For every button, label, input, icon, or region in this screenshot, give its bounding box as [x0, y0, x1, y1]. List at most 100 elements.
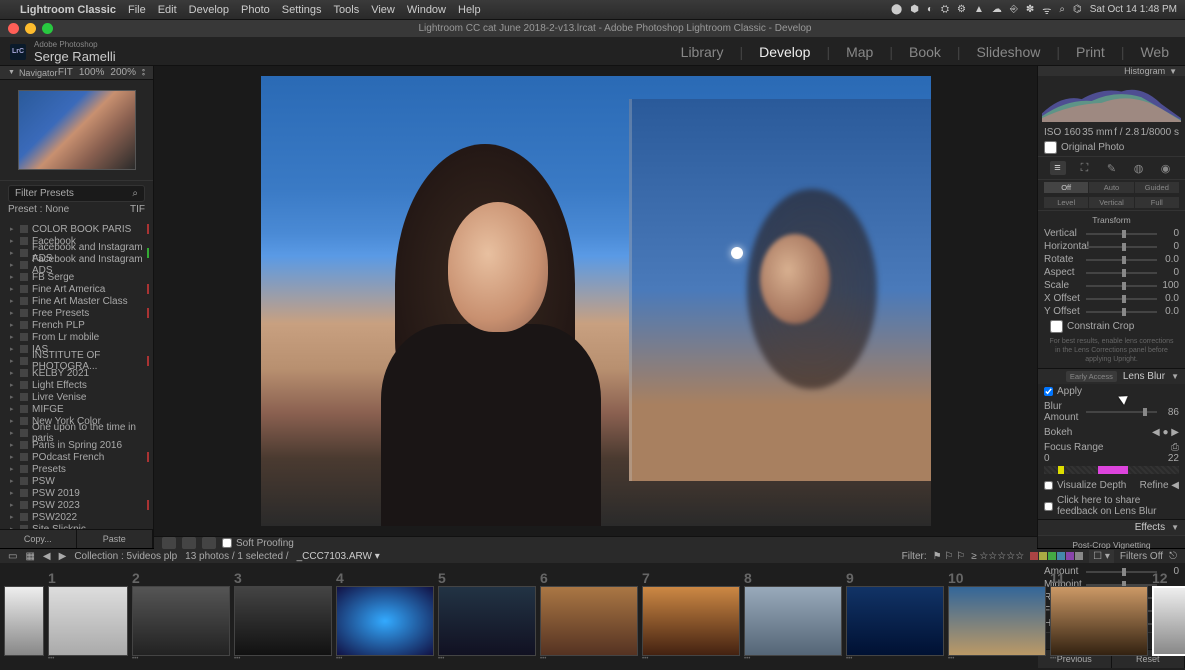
focus-range-slider[interactable] [1044, 466, 1179, 474]
flag-filter-icon[interactable]: ⚑ ⚐ ⚐ [933, 551, 965, 562]
blur-amount-value[interactable]: 86 [1161, 407, 1179, 418]
constrain-checkbox[interactable] [1050, 320, 1063, 333]
transform-slider[interactable]: Y Offset0.0 [1044, 305, 1179, 318]
menu-settings[interactable]: Settings [282, 4, 322, 16]
filters-off[interactable]: Filters Off [1120, 551, 1163, 562]
menu-view[interactable]: View [371, 4, 395, 16]
apply-checkbox[interactable] [1044, 387, 1053, 396]
original-checkbox[interactable] [1044, 141, 1057, 154]
transform-slider[interactable]: Aspect0 [1044, 266, 1179, 279]
menu-edit[interactable]: Edit [158, 4, 177, 16]
collection-item[interactable]: Paris in Spring 2016 [0, 439, 153, 451]
transform-slider[interactable]: Horizontal0 [1044, 240, 1179, 253]
original-photo-toggle[interactable]: Original Photo [1038, 139, 1185, 156]
collection-item[interactable]: French PLP [0, 319, 153, 331]
star-filter-icon[interactable]: ≥ ☆☆☆☆☆ [971, 551, 1024, 562]
grid-icon[interactable] [202, 537, 216, 549]
app-name[interactable]: Lightroom Classic [20, 4, 116, 16]
collection-item[interactable]: One upon to the time in paris [0, 427, 153, 439]
transform-slider[interactable]: Rotate0.0 [1044, 253, 1179, 266]
thumbnail[interactable]: 4••• [336, 570, 434, 664]
collection-item[interactable]: COLOR BOOK PARIS [0, 223, 153, 235]
filmstrip-source[interactable]: Collection : 5videos plp [74, 551, 177, 562]
collection-item[interactable]: Livre Venise [0, 391, 153, 403]
module-map[interactable]: Map [840, 44, 879, 60]
filmstrip-filename[interactable]: _CCC7103.ARW ▾ [297, 551, 380, 562]
thumbnail[interactable]: 9••• [846, 570, 944, 664]
status-icon[interactable]: ☁ [992, 4, 1002, 15]
collection-item[interactable]: POdcast French [0, 451, 153, 463]
status-icon[interactable]: ⎆ [1010, 4, 1018, 15]
module-print[interactable]: Print [1070, 44, 1111, 60]
visualize-depth-toggle[interactable]: Visualize Depth [1044, 480, 1126, 491]
fwd-icon[interactable]: ▶ [59, 551, 67, 562]
menu-develop[interactable]: Develop [189, 4, 229, 16]
collection-item[interactable]: Fine Art Master Class [0, 295, 153, 307]
lens-blur-header[interactable]: Early Access Lens Blur ▼ [1038, 368, 1185, 384]
lens-blur-apply[interactable]: Apply [1038, 384, 1185, 399]
module-web[interactable]: Web [1134, 44, 1175, 60]
edit-tool-icon[interactable]: ≡ [1050, 161, 1066, 175]
module-develop[interactable]: Develop [753, 44, 816, 60]
bokeh-shape-icon[interactable]: ◀ ● ▶ [1152, 427, 1179, 438]
histogram-chart[interactable] [1038, 76, 1185, 126]
thumbnail[interactable]: 8••• [744, 570, 842, 664]
paste-button[interactable]: Paste [77, 530, 154, 548]
blur-amount-slider[interactable] [1086, 411, 1157, 413]
status-icon[interactable]: ▲ [974, 4, 984, 15]
image-canvas[interactable] [154, 66, 1037, 536]
wifi-icon[interactable]: ᯤ [1042, 3, 1051, 17]
filter-lock-icon[interactable]: ⎋ [1169, 551, 1177, 562]
copy-button[interactable]: Copy... [0, 530, 77, 548]
collection-item[interactable]: Presets [0, 463, 153, 475]
visualize-depth-checkbox[interactable] [1044, 481, 1053, 490]
filmstrip-strip[interactable]: 1•••2•••3•••4•••5•••6•••7•••8•••9•••10••… [0, 563, 1185, 670]
collection-item[interactable]: Fine Art America [0, 283, 153, 295]
collection-item[interactable]: PSW [0, 475, 153, 487]
upright-guided[interactable]: Guided [1135, 182, 1179, 193]
upright-auto[interactable]: Auto [1089, 182, 1133, 193]
thumbnail[interactable]: 10••• [948, 570, 1046, 664]
collection-item[interactable]: Site Slickpic [0, 523, 153, 529]
preset-search-input[interactable]: Filter Presets ⌕ [8, 185, 145, 202]
crop-tool-icon[interactable]: ⛶ [1077, 161, 1093, 175]
constrain-crop-toggle[interactable]: Constrain Crop [1044, 318, 1179, 335]
status-icon[interactable]: ⬢ [910, 4, 919, 15]
color-filter[interactable] [1030, 552, 1083, 560]
upright-vertical[interactable]: Vertical [1089, 197, 1133, 208]
thumbnail[interactable]: 2••• [132, 570, 230, 664]
feedback-checkbox[interactable] [1044, 502, 1053, 511]
collection-item[interactable]: Light Effects [0, 379, 153, 391]
redeye-tool-icon[interactable]: ◉ [1158, 161, 1174, 175]
transform-slider[interactable]: Scale100 [1044, 279, 1179, 292]
status-icon[interactable]: ⚙ [957, 4, 966, 15]
collection-item[interactable]: MIFGE [0, 403, 153, 415]
module-library[interactable]: Library [675, 44, 730, 60]
histogram-header[interactable]: Histogram ▼ [1038, 66, 1185, 76]
thumbnail[interactable]: 6••• [540, 570, 638, 664]
thumbnail[interactable]: 3••• [234, 570, 332, 664]
collections-list[interactable]: COLOR BOOK PARISFacebookFacebook and Ins… [0, 221, 153, 529]
back-icon[interactable]: ◀ [43, 551, 51, 562]
focus-picker-icon[interactable]: ⎙ [1171, 442, 1179, 453]
collection-item[interactable]: Facebook and Instagram ADS [0, 259, 153, 271]
collection-item[interactable]: Free Presets [0, 307, 153, 319]
soft-proofing-toggle[interactable]: Soft Proofing [222, 538, 294, 549]
close-button[interactable] [8, 23, 19, 34]
soft-proofing-checkbox[interactable] [222, 538, 232, 548]
effects-header[interactable]: Effects ▼ [1038, 519, 1185, 535]
transform-slider[interactable]: X Offset0.0 [1044, 292, 1179, 305]
menu-photo[interactable]: Photo [241, 4, 270, 16]
zoom-button[interactable] [42, 23, 53, 34]
zoom-more-icon[interactable]: ⦂ [142, 67, 145, 78]
upright-off[interactable]: Off [1044, 182, 1088, 193]
mask-tool-icon[interactable]: ◍ [1131, 161, 1147, 175]
grid-icon[interactable]: ▦ [25, 551, 34, 562]
monitor-icon[interactable]: ▭ [8, 551, 17, 562]
thumbnail[interactable]: 11••• [1050, 570, 1148, 664]
thumbnail[interactable]: 7••• [642, 570, 740, 664]
menu-window[interactable]: Window [407, 4, 446, 16]
menu-help[interactable]: Help [458, 4, 481, 16]
navigator-thumbnail[interactable] [0, 80, 153, 180]
collection-item[interactable]: INSTITUTE OF PHOTOGRA... [0, 355, 153, 367]
